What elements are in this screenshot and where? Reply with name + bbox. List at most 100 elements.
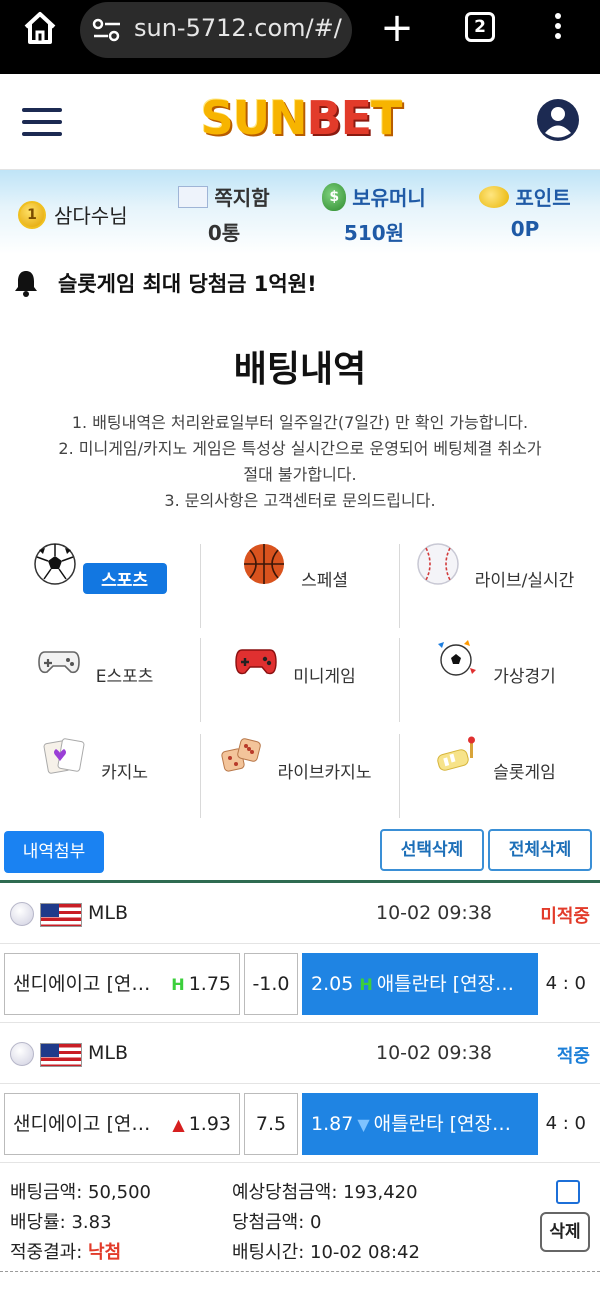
slot-machine-icon <box>437 736 476 771</box>
score: 4 : 0 <box>545 973 586 994</box>
category-virtual[interactable]: 가상경기 <box>400 636 600 724</box>
away-odds: 1.87 <box>311 1113 354 1135</box>
bet-amount: 배팅금액: 50,500 <box>10 1182 152 1203</box>
expected-win: 예상당첨금액: 193,420 <box>232 1182 418 1203</box>
category-live-casino[interactable]: 라이브카지노 <box>200 732 400 820</box>
result-value: 낙첨 <box>88 1242 122 1263</box>
points-value: 0P <box>510 217 540 241</box>
user-info-bar: 1 삼다수님 쪽지함 0통 $ 보유머니 510원 포인트 0P <box>0 170 600 254</box>
league-name: MLB <box>88 1042 129 1064</box>
category-label: 미니게임 <box>293 667 356 687</box>
hamburger-menu-icon[interactable] <box>22 108 62 136</box>
notice-banner[interactable]: 슬롯게임 최대 당첨금 1억원! <box>14 268 317 298</box>
tab-switcher-button[interactable]: 2 <box>465 12 495 42</box>
us-flag-icon <box>40 903 82 927</box>
baseball-icon <box>416 543 459 585</box>
logo-part-sun: SUN <box>200 91 308 145</box>
line-value[interactable]: -1.0 <box>244 953 298 1015</box>
address-bar[interactable]: sun-5712.com/#/l <box>80 2 352 58</box>
user-summary: 1 삼다수님 <box>18 200 128 229</box>
league-name: MLB <box>88 902 129 924</box>
arrow-up-icon: ▲ <box>172 1115 185 1134</box>
category-label: 라이브카지노 <box>277 763 372 783</box>
messages-label: 쪽지함 <box>214 186 270 210</box>
category-label: 슬롯게임 <box>493 763 556 783</box>
category-label: 스페셜 <box>301 571 348 591</box>
away-team: 애틀란타 [연장… <box>373 1113 511 1135</box>
away-team-cell[interactable]: 1.87 ▼ 애틀란타 [연장… <box>302 1093 538 1155</box>
delete-all-button[interactable]: 전체삭제 <box>488 829 592 871</box>
url-text[interactable]: sun-5712.com/#/l <box>134 14 342 42</box>
category-casino[interactable]: 카지노 <box>0 732 200 820</box>
home-team: 샌디에이고 [연… <box>13 1113 151 1135</box>
delete-button[interactable]: 삭제 <box>540 1212 590 1252</box>
delete-selected-button[interactable]: 선택삭제 <box>380 829 484 871</box>
more-menu-icon[interactable] <box>548 10 568 46</box>
baseball-icon <box>10 1042 34 1066</box>
bet-result: 적중결과: 낙첨 <box>10 1238 121 1264</box>
soccer-ball-icon <box>34 543 77 585</box>
category-label: 가상경기 <box>493 667 556 687</box>
sunbet-logo[interactable]: SUNBET <box>198 92 404 144</box>
rule-line: 절대 불가합니다. <box>243 465 357 484</box>
points-box[interactable]: 포인트 0P <box>476 182 574 241</box>
red-gamepad-icon <box>235 649 277 675</box>
line-value[interactable]: 7.5 <box>244 1093 298 1155</box>
category-sports[interactable]: 스포츠 <box>0 540 200 628</box>
category-label: 스포츠 <box>82 563 167 594</box>
virtual-soccer-icon <box>438 640 477 676</box>
home-team-cell[interactable]: 샌디에이고 [연… H 1.75 <box>4 953 240 1015</box>
money-value: 510원 <box>343 221 405 245</box>
logo-part-t: T <box>371 91 402 145</box>
bet-row: 샌디에이고 [연… ▲ 1.93 7.5 1.87 ▼ 애틀란타 [연장… 4 : 0 <box>0 1085 600 1163</box>
site-settings-icon[interactable] <box>92 16 122 44</box>
logo-part-be: BE <box>306 91 372 145</box>
money-bag-icon: $ <box>322 182 347 211</box>
category-minigame[interactable]: 미니게임 <box>200 636 400 724</box>
bet-time: 배팅시간: 10-02 08:42 <box>232 1242 420 1263</box>
user-name: 삼다수님 <box>54 204 128 228</box>
bet-summary: 배팅금액: 50,500 배당률: 3.83 적중결과: 낙첨 예상당첨금액: … <box>0 1164 600 1272</box>
bet-status: 적중 <box>556 1046 590 1067</box>
home-odds-wrap: H 1.75 <box>171 954 231 1014</box>
away-odds: 2.05 <box>311 973 354 995</box>
category-slot[interactable]: 슬롯게임 <box>400 732 600 820</box>
rules-list: 1. 배팅내역은 처리완료일부터 일주일간(7일간) 만 확인 가능합니다. 2… <box>10 410 590 514</box>
arrow-down-icon: ▼ <box>357 1115 370 1134</box>
category-special[interactable]: 스페셜 <box>200 540 400 628</box>
bet-datetime: 10-02 09:38 <box>376 1042 493 1064</box>
new-tab-icon[interactable]: + <box>380 8 414 48</box>
attach-history-button[interactable]: 내역첨부 <box>4 831 104 873</box>
away-team: 애틀란타 [연장… <box>376 973 515 995</box>
money-box[interactable]: $ 보유머니 510원 <box>318 182 430 246</box>
handicap-icon: H <box>359 975 373 994</box>
select-checkbox[interactable] <box>556 1180 580 1204</box>
site-header: SUNBET <box>0 74 600 170</box>
result-label: 적중결과: <box>10 1242 89 1263</box>
category-live[interactable]: 라이브/실시간 <box>400 540 600 628</box>
home-team-cell[interactable]: 샌디에이고 [연… ▲ 1.93 <box>4 1093 240 1155</box>
home-odds-wrap: ▲ 1.93 <box>172 1094 231 1154</box>
notice-text: 슬롯게임 최대 당첨금 1억원! <box>58 272 317 296</box>
bell-icon <box>15 271 37 297</box>
rule-line: 1. 배팅내역은 처리완료일부터 일주일간(7일간) 만 확인 가능합니다. <box>71 413 529 432</box>
divider <box>0 880 600 883</box>
messages-box[interactable]: 쪽지함 0통 <box>176 182 272 246</box>
dice-icon <box>220 738 261 772</box>
handicap-icon: H <box>171 975 185 994</box>
score: 4 : 0 <box>545 1113 586 1134</box>
page-title: 배팅내역 <box>233 349 367 390</box>
away-team-cell[interactable]: 2.05 H 애틀란타 [연장… <box>302 953 538 1015</box>
bet-datetime: 10-02 09:38 <box>376 902 493 924</box>
bet-header: MLB 10-02 09:38 미적중 <box>0 884 600 944</box>
home-icon[interactable] <box>20 8 60 48</box>
category-label: E스포츠 <box>95 667 154 687</box>
rule-line: 3. 문의사항은 고객센터로 문의드립니다. <box>164 491 436 510</box>
category-label: 카지노 <box>101 763 148 783</box>
home-odds: 1.75 <box>188 973 231 995</box>
user-account-icon[interactable] <box>536 98 580 142</box>
rank-medal-icon: 1 <box>18 200 46 229</box>
category-esports[interactable]: E스포츠 <box>0 636 200 724</box>
basketball-icon <box>243 544 284 584</box>
bet-header: MLB 10-02 09:38 적중 <box>0 1024 600 1084</box>
